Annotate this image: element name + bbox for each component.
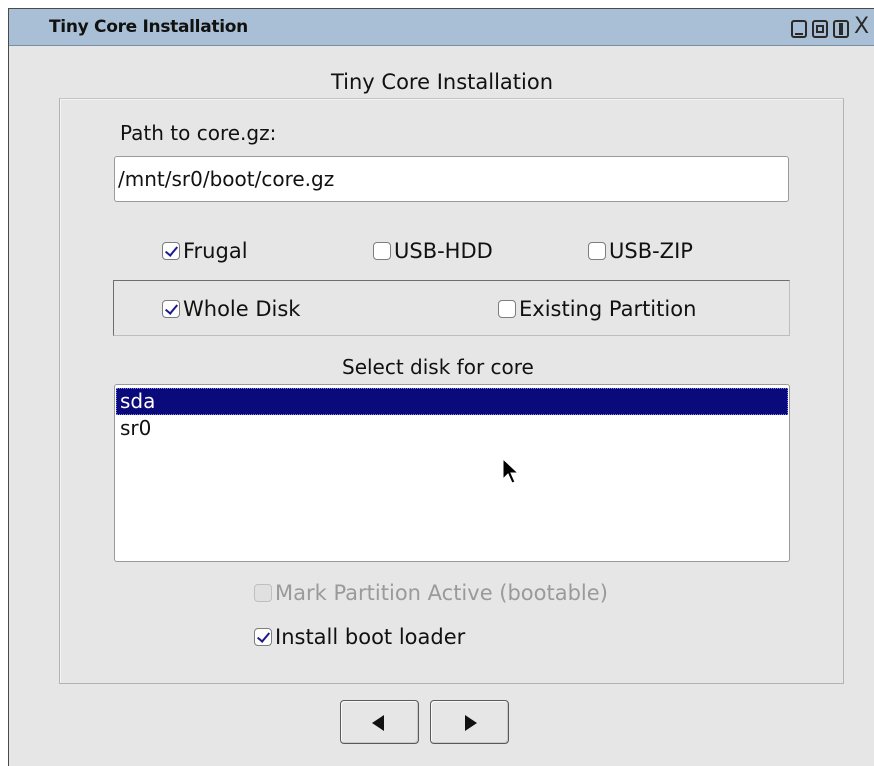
dialog-heading: Tiny Core Installation <box>330 70 554 94</box>
list-item[interactable]: sr0 <box>116 415 788 442</box>
checkbox-usb-hdd[interactable]: USB-HDD <box>373 237 493 265</box>
maximize-icon[interactable] <box>833 20 849 38</box>
checkbox-label: Install boot loader <box>275 625 466 649</box>
checkbox-unchecked-icon[interactable] <box>588 242 606 260</box>
checkbox-unchecked-icon[interactable] <box>254 584 272 602</box>
path-input[interactable] <box>114 156 789 202</box>
mouse-pointer-icon <box>502 458 520 484</box>
minimize-icon[interactable] <box>791 20 807 38</box>
checkbox-label: Existing Partition <box>519 297 697 321</box>
checkbox-unchecked-icon[interactable] <box>498 300 516 318</box>
checkbox-checked-icon[interactable] <box>162 242 180 260</box>
checkbox-unchecked-icon[interactable] <box>373 242 391 260</box>
checkbox-mark-active[interactable]: Mark Partition Active (bootable) <box>254 579 608 607</box>
checkbox-label: Frugal <box>183 239 248 263</box>
checkbox-usb-zip[interactable]: USB-ZIP <box>588 237 693 265</box>
disk-select-label: Select disk for core <box>342 355 534 379</box>
window-title: Tiny Core Installation <box>49 17 248 37</box>
checkbox-label: Whole Disk <box>183 297 301 321</box>
checkbox-checked-icon[interactable] <box>162 300 180 318</box>
next-button[interactable] <box>430 700 509 744</box>
path-label: Path to core.gz: <box>120 121 277 145</box>
list-item[interactable]: sda <box>116 388 788 415</box>
checkbox-label: USB-HDD <box>394 239 493 263</box>
restore-icon[interactable] <box>812 20 828 38</box>
back-button[interactable] <box>340 700 419 744</box>
checkbox-label: Mark Partition Active (bootable) <box>275 581 608 605</box>
close-icon[interactable]: X <box>854 16 869 38</box>
checkbox-label: USB-ZIP <box>609 239 693 263</box>
checkbox-checked-icon[interactable] <box>254 628 272 646</box>
checkbox-whole-disk[interactable]: Whole Disk <box>162 295 300 323</box>
title-bar[interactable]: Tiny Core Installation X <box>9 9 874 46</box>
checkbox-install-boot-loader[interactable]: Install boot loader <box>254 623 465 651</box>
triangle-left-icon <box>372 715 384 731</box>
checkbox-frugal[interactable]: Frugal <box>162 237 248 265</box>
installer-window: Tiny Core Installation X Tiny Core Insta… <box>8 8 874 766</box>
disk-listbox[interactable]: sda sr0 <box>114 384 790 562</box>
triangle-right-icon <box>465 715 477 731</box>
checkbox-existing-partition[interactable]: Existing Partition <box>498 295 696 323</box>
